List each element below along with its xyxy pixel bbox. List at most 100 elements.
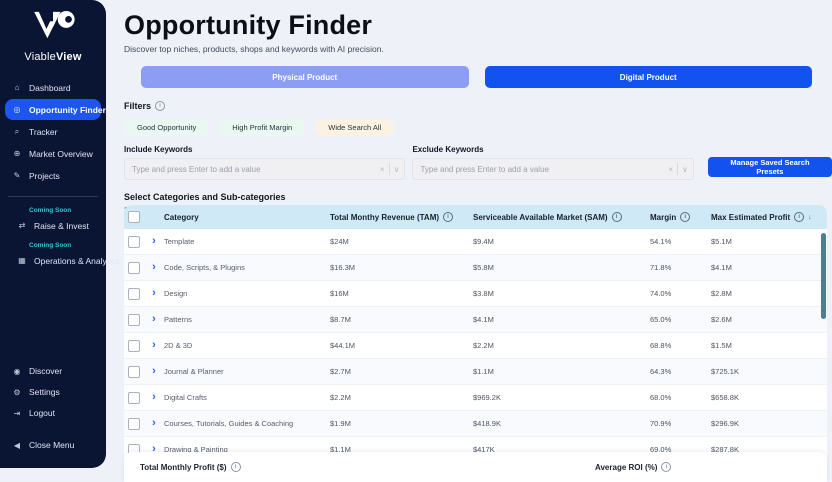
tam-cell: $24M — [330, 237, 473, 246]
margin-cell: 74.0% — [650, 289, 711, 298]
tam-cell: $2.2M — [330, 393, 473, 402]
profit-cell: $5.1M — [711, 237, 827, 246]
filter-chip-wide-search-all[interactable]: Wide Search All — [315, 119, 394, 136]
row-checkbox[interactable] — [128, 418, 140, 430]
manage-presets-button[interactable]: Manage Saved Search Presets — [708, 157, 832, 177]
sidebar-item-discover[interactable]: ◉Discover — [5, 361, 101, 381]
filters-label: Filtersi — [124, 101, 832, 111]
sidebar-item-tracker[interactable]: ⌕Tracker — [5, 121, 101, 142]
filters-info-icon[interactable]: i — [155, 101, 165, 111]
coming-soon-group: Coming Soon⇄Raise & Invest — [5, 207, 101, 236]
info-icon[interactable]: i — [794, 212, 804, 222]
sidebar-footer: ◉Discover⚙Settings⇥Logout ◀ Close Menu — [0, 360, 106, 456]
table-row[interactable]: ›Design$16M$3.8M74.0%$2.8M — [124, 281, 827, 307]
page-subtitle: Discover top niches, products, shops and… — [124, 44, 832, 54]
chevron-down-icon[interactable]: ∨ — [394, 165, 400, 174]
profit-cell: $2.8M — [711, 289, 827, 298]
column-header-2[interactable]: Total Monthy Revenue (TAM)i — [330, 212, 473, 222]
info-icon[interactable]: i — [680, 212, 690, 222]
nav-label: Discover — [29, 366, 62, 376]
nav-label: Operations & Analytics — [34, 256, 120, 266]
tam-cell: $1.9M — [330, 419, 473, 428]
info-icon[interactable]: i — [661, 462, 671, 472]
sidebar-coming-soon: Coming Soon⇄Raise & InvestComing Soon▦Op… — [0, 207, 106, 271]
column-label: Max Estimated Profit — [711, 213, 790, 222]
include-keywords-input[interactable] — [125, 165, 380, 174]
row-checkbox[interactable] — [128, 340, 140, 352]
expand-chevron-icon[interactable]: › — [144, 340, 164, 351]
table-row[interactable]: ›Courses, Tutorials, Guides & Coaching$1… — [124, 411, 827, 437]
tam-cell: $44.1M — [330, 341, 473, 350]
column-header-4[interactable]: Margini — [650, 212, 711, 222]
sidebar-item-settings[interactable]: ⚙Settings — [5, 382, 101, 402]
sidebar-item-opportunity-finder[interactable]: ◎Opportunity Finder — [5, 99, 101, 120]
field-separator — [677, 163, 678, 175]
margin-cell: 65.0% — [650, 315, 711, 324]
info-icon[interactable]: i — [231, 462, 241, 472]
physical-product-button[interactable]: Physical Product — [141, 66, 469, 88]
column-header-1[interactable]: Category — [164, 213, 330, 222]
filter-chip-high-profit-margin[interactable]: High Profit Margin — [219, 119, 305, 136]
filter-chip-good-opportunity[interactable]: Good Opportunity — [124, 119, 209, 136]
clear-icon[interactable]: × — [668, 165, 673, 174]
tam-cell: $16.3M — [330, 263, 473, 272]
row-checkbox[interactable] — [128, 392, 140, 404]
summary-panel: Total Monthly Profit ($)i Average ROI (%… — [124, 452, 827, 482]
category-cell: Digital Crafts — [164, 393, 330, 402]
field-separator — [389, 163, 390, 175]
brand-logo: ViableView — [0, 0, 106, 63]
table-body: ›Template$24M$9.4M54.1%$5.1M›Code, Scrip… — [124, 229, 827, 463]
table-row[interactable]: ›Digital Crafts$2.2M$969.2K68.0%$658.8K — [124, 385, 827, 411]
expand-chevron-icon[interactable]: › — [144, 392, 164, 403]
exclude-keywords-input[interactable] — [413, 165, 668, 174]
table-row[interactable]: ›Patterns$8.7M$4.1M65.0%$2.6M — [124, 307, 827, 333]
table-row[interactable]: ›Code, Scripts, & Plugins$16.3M$5.8M71.8… — [124, 255, 827, 281]
viableview-logo-icon — [24, 10, 82, 42]
table-row[interactable]: ›2D & 3D$44.1M$2.2M68.8%$1.5M — [124, 333, 827, 359]
category-cell: Template — [164, 237, 330, 246]
expand-chevron-icon[interactable]: › — [144, 288, 164, 299]
table-row[interactable]: ›Template$24M$9.4M54.1%$5.1M — [124, 229, 827, 255]
row-checkbox[interactable] — [128, 262, 140, 274]
row-checkbox[interactable] — [128, 236, 140, 248]
sidebar-item-projects[interactable]: ✎Projects — [5, 165, 101, 186]
sidebar-item-logout[interactable]: ⇥Logout — [5, 403, 101, 423]
close-menu-button[interactable]: ◀ Close Menu — [5, 435, 101, 455]
profit-cell: $2.6M — [711, 315, 827, 324]
expand-chevron-icon[interactable]: › — [144, 418, 164, 429]
sidebar-item-market-overview[interactable]: ⊕Market Overview — [5, 143, 101, 164]
sam-cell: $9.4M — [473, 237, 650, 246]
product-type-toggle: Physical Product Digital Product — [141, 66, 812, 88]
table-row[interactable]: ›Journal & Planner$2.7M$1.1M64.3%$725.1K — [124, 359, 827, 385]
sort-descending-icon[interactable]: ↓ — [808, 214, 812, 221]
row-checkbox[interactable] — [128, 288, 140, 300]
sam-cell: $418.9K — [473, 419, 650, 428]
clear-icon[interactable]: × — [380, 165, 385, 174]
column-header-5[interactable]: Max Estimated Profit i ↓ — [711, 212, 827, 222]
expand-chevron-icon[interactable]: › — [144, 262, 164, 273]
exclude-keywords-field: × ∨ — [412, 158, 693, 180]
nav-label: Settings — [29, 387, 60, 397]
nav-label: Dashboard — [29, 83, 71, 93]
info-icon[interactable]: i — [612, 212, 622, 222]
globe-icon: ⊕ — [12, 149, 22, 158]
expand-chevron-icon[interactable]: › — [144, 366, 164, 377]
sidebar-item-operations-analytics[interactable]: ▦Operations & Analytics — [10, 250, 96, 271]
include-keywords-group: Include Keywords × ∨ — [124, 145, 405, 180]
column-header-3[interactable]: Serviceable Available Market (SAM)i — [473, 212, 650, 222]
table-scrollbar[interactable] — [821, 233, 826, 319]
margin-cell: 64.3% — [650, 367, 711, 376]
digital-product-button[interactable]: Digital Product — [485, 66, 813, 88]
expand-chevron-icon[interactable]: › — [144, 314, 164, 325]
sidebar-item-raise-invest[interactable]: ⇄Raise & Invest — [10, 215, 96, 236]
sidebar-item-dashboard[interactable]: ⌂Dashboard — [5, 77, 101, 98]
row-checkbox[interactable] — [128, 366, 140, 378]
chevron-down-icon[interactable]: ∨ — [682, 165, 688, 174]
category-cell: Design — [164, 289, 330, 298]
select-all-checkbox[interactable] — [128, 211, 140, 223]
column-label: Category — [164, 213, 199, 222]
row-checkbox[interactable] — [128, 314, 140, 326]
info-icon[interactable]: i — [443, 212, 453, 222]
margin-cell: 71.8% — [650, 263, 711, 272]
expand-chevron-icon[interactable]: › — [144, 236, 164, 247]
